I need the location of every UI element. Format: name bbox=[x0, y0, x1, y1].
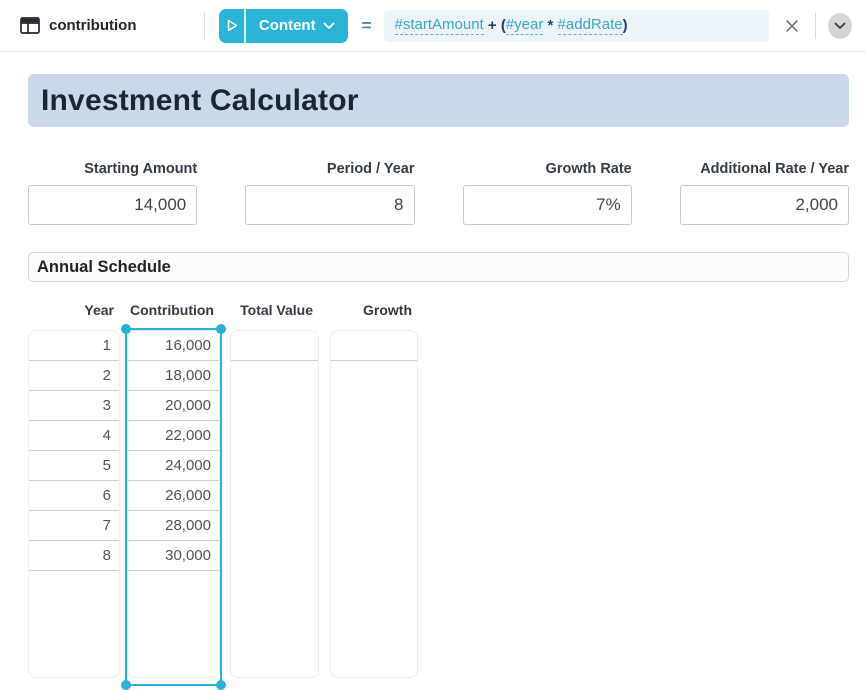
section-title: Annual Schedule bbox=[37, 258, 171, 277]
contribution-column[interactable]: 16,00018,00020,00022,00024,00026,00028,0… bbox=[127, 330, 220, 678]
column-header-contribution: Contribution bbox=[127, 300, 220, 320]
chevron-down-icon bbox=[834, 22, 846, 30]
period-year-input[interactable] bbox=[245, 185, 414, 225]
equals-sign: = bbox=[362, 16, 372, 36]
run-button[interactable] bbox=[219, 9, 246, 43]
table-cell-year[interactable]: 1 bbox=[29, 331, 119, 361]
table-cell-year[interactable]: 5 bbox=[29, 451, 119, 481]
selection-handle-top-left[interactable] bbox=[121, 324, 131, 334]
close-icon bbox=[785, 19, 799, 33]
field-period-year: Period / Year bbox=[245, 161, 414, 225]
formula-token-op: ) bbox=[623, 17, 628, 34]
table-icon bbox=[20, 17, 40, 34]
table-cell-contribution[interactable]: 26,000 bbox=[128, 481, 219, 511]
divider bbox=[204, 13, 205, 39]
table-cell-contribution[interactable]: 20,000 bbox=[128, 391, 219, 421]
formula-input[interactable]: #startAmount + (#year * #addRate) bbox=[384, 10, 769, 42]
contribution-column-body: 16,00018,00020,00022,00024,00026,00028,0… bbox=[128, 331, 219, 571]
content-dropdown-label: Content bbox=[259, 17, 316, 34]
column-header-year: Year bbox=[28, 300, 120, 320]
page-title: Investment Calculator bbox=[41, 84, 359, 118]
table-body: 12345678 16,00018,00020,00022,00024,0002… bbox=[28, 330, 849, 690]
total-value-column[interactable] bbox=[230, 330, 319, 678]
play-icon bbox=[225, 18, 239, 33]
year-column-body: 12345678 bbox=[29, 331, 119, 571]
field-label: Additional Rate / Year bbox=[680, 161, 849, 177]
content-button-group: Content bbox=[219, 9, 347, 43]
table-cell-year[interactable]: 7 bbox=[29, 511, 119, 541]
table-cell-year[interactable]: 8 bbox=[29, 541, 119, 571]
input-fields-row: Starting Amount Period / Year Growth Rat… bbox=[28, 161, 849, 225]
field-growth-rate: Growth Rate bbox=[463, 161, 632, 225]
collapse-toolbar-button[interactable] bbox=[828, 13, 852, 39]
empty-cell[interactable] bbox=[231, 331, 318, 361]
year-column[interactable]: 12345678 bbox=[28, 330, 120, 678]
canvas: Investment Calculator Starting Amount Pe… bbox=[0, 74, 866, 690]
table-cell-contribution[interactable]: 28,000 bbox=[128, 511, 219, 541]
table-cell-contribution[interactable]: 16,000 bbox=[128, 331, 219, 361]
field-starting-amount: Starting Amount bbox=[28, 161, 197, 225]
entity-title: contribution bbox=[20, 17, 136, 34]
formula-token-op: * bbox=[543, 17, 557, 34]
table-cell-contribution[interactable]: 22,000 bbox=[128, 421, 219, 451]
selection-handle-top-right[interactable] bbox=[216, 324, 226, 334]
column-header-total-value: Total Value bbox=[230, 300, 319, 320]
formula-token-ref: #addRate bbox=[558, 16, 623, 35]
growth-rate-input[interactable] bbox=[463, 185, 632, 225]
starting-amount-input[interactable] bbox=[28, 185, 197, 225]
selection-handle-bottom-right[interactable] bbox=[216, 680, 226, 690]
field-label: Growth Rate bbox=[463, 161, 632, 177]
entity-name: contribution bbox=[49, 17, 136, 34]
table-cell-year[interactable]: 6 bbox=[29, 481, 119, 511]
divider bbox=[815, 13, 816, 39]
table-column-headers: Year Contribution Total Value Growth bbox=[28, 300, 849, 320]
table-cell-contribution[interactable]: 18,000 bbox=[128, 361, 219, 391]
table-cell-year[interactable]: 3 bbox=[29, 391, 119, 421]
field-label: Period / Year bbox=[245, 161, 414, 177]
table-cell-year[interactable]: 4 bbox=[29, 421, 119, 451]
annual-schedule-header[interactable]: Annual Schedule bbox=[28, 252, 849, 282]
selection-handle-bottom-left[interactable] bbox=[121, 680, 131, 690]
column-header-growth: Growth bbox=[330, 300, 418, 320]
growth-column[interactable] bbox=[330, 330, 418, 678]
field-label: Starting Amount bbox=[28, 161, 197, 177]
table-cell-contribution[interactable]: 24,000 bbox=[128, 451, 219, 481]
table-cell-contribution[interactable]: 30,000 bbox=[128, 541, 219, 571]
content-dropdown-button[interactable]: Content bbox=[246, 9, 348, 43]
top-bar: contribution Content = #startAmount + (#… bbox=[0, 0, 866, 52]
page-title-banner[interactable]: Investment Calculator bbox=[28, 74, 849, 127]
additional-rate-input[interactable] bbox=[680, 185, 849, 225]
field-additional-rate: Additional Rate / Year bbox=[680, 161, 849, 225]
formula-token-ref: #startAmount bbox=[395, 16, 484, 35]
table-cell-year[interactable]: 2 bbox=[29, 361, 119, 391]
empty-cell[interactable] bbox=[331, 331, 417, 361]
chevron-down-icon bbox=[323, 22, 335, 30]
close-formula-button[interactable] bbox=[781, 14, 803, 38]
formula-token-ref: #year bbox=[506, 16, 544, 35]
formula-token-op: + ( bbox=[484, 17, 506, 34]
